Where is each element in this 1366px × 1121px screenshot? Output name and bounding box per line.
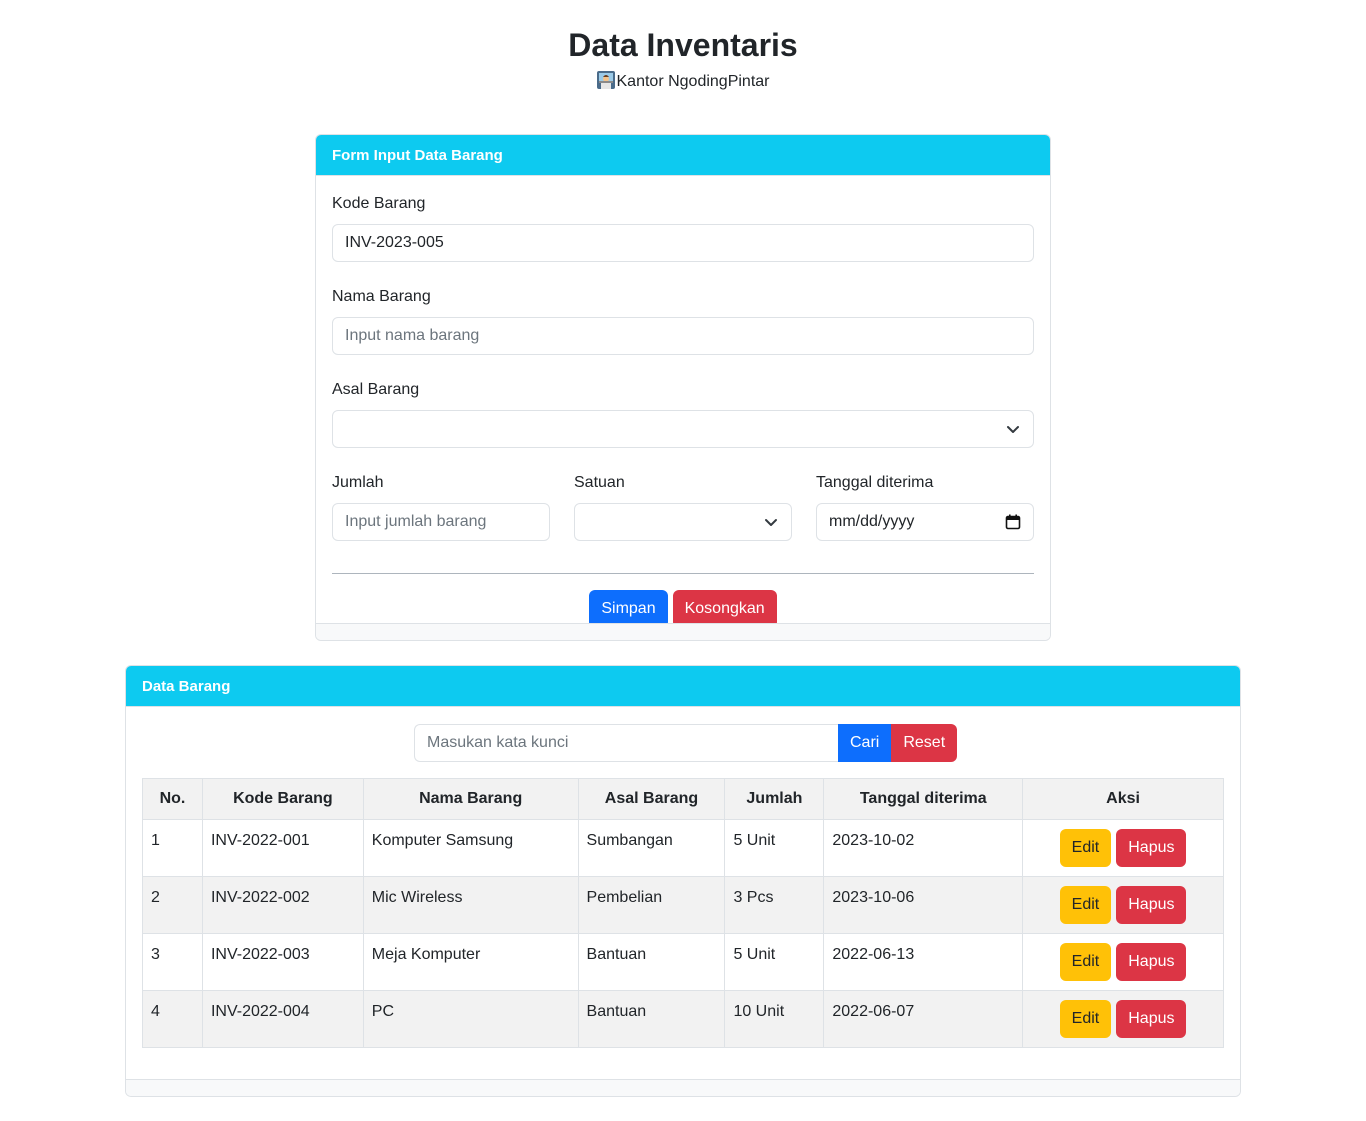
kode-barang-value: INV-2023-005: [345, 234, 444, 251]
column-header: Aksi: [1022, 778, 1224, 820]
office-name: Kantor NgodingPintar: [616, 73, 770, 90]
kode-label: Kode Barang: [332, 195, 426, 212]
cell-actions: Edit Hapus: [1022, 990, 1224, 1048]
search-button[interactable]: Cari: [838, 724, 892, 762]
cell-no: 3: [142, 933, 203, 991]
page-subtitle: Kantor NgodingPintar: [0, 71, 1366, 93]
page-title: Data Inventaris: [568, 27, 798, 63]
cell-tanggal: 2022-06-13: [823, 933, 1024, 991]
column-header: Tanggal diterima: [823, 778, 1024, 820]
asal-barang-select[interactable]: [332, 410, 1034, 448]
reset-button[interactable]: Reset: [891, 724, 958, 762]
search-placeholder: Masukan kata kunci: [427, 734, 569, 751]
tanggal-label: Tanggal diterima: [816, 474, 934, 491]
cell-tanggal: 2023-10-06: [823, 876, 1024, 934]
table-card: Data Barang Masukan kata kunci Cari Rese…: [125, 665, 1241, 1097]
jumlah-placeholder: Input jumlah barang: [345, 513, 487, 530]
cell-actions: Edit Hapus: [1022, 819, 1224, 877]
cell-kode: INV-2022-001: [201, 819, 364, 877]
cell-kode: INV-2022-002: [201, 876, 364, 934]
office-worker-icon: [596, 71, 615, 89]
cell-jumlah: 10 Unit: [724, 990, 825, 1048]
cell-tanggal: 2023-10-02: [823, 819, 1024, 877]
cell-jumlah: 3 Pcs: [724, 876, 825, 934]
column-header: Nama Barang: [362, 778, 579, 820]
kode-barang-input[interactable]: INV-2023-005: [332, 224, 1034, 262]
column-header: Kode Barang: [201, 778, 364, 820]
nama-barang-placeholder: Input nama barang: [345, 327, 480, 344]
table-row: 2 INV-2022-002 Mic Wireless Pembelian 3 Pcs 2…: [142, 876, 1224, 934]
table-row: 1 INV-2022-001 Komputer Samsung Sumbangan 5 …: [142, 819, 1224, 877]
tanggal-placeholder: mm/dd/yyyy: [829, 513, 915, 530]
cell-jumlah: 5 Unit: [724, 819, 825, 877]
edit-button[interactable]: Edit: [1059, 886, 1112, 924]
delete-button[interactable]: Hapus: [1116, 1000, 1187, 1038]
form-divider: [332, 573, 1034, 574]
edit-button[interactable]: Edit: [1059, 829, 1112, 867]
cell-asal: Bantuan: [577, 990, 726, 1048]
cell-asal: Pembelian: [577, 876, 726, 934]
cell-tanggal: 2022-06-07: [823, 990, 1024, 1048]
table-row: 3 INV-2022-003 Meja Komputer Bantuan 5 Unit 2…: [142, 933, 1224, 991]
chevron-down-icon: [765, 519, 777, 526]
table-card-footer: [126, 1079, 1240, 1096]
delete-button[interactable]: Hapus: [1116, 829, 1187, 867]
inventory-table: No. Kode Barang Nama Barang Asal Barang Juml…: [142, 778, 1224, 1048]
column-header: Jumlah: [724, 778, 825, 820]
cell-asal: Bantuan: [577, 933, 726, 991]
asal-label: Asal Barang: [332, 381, 420, 398]
column-header: Asal Barang: [577, 778, 726, 820]
cell-kode: INV-2022-003: [201, 933, 364, 991]
table-row: 4 INV-2022-004 PC Bantuan 10 Unit 2022-06-07 E…: [142, 990, 1224, 1048]
calendar-icon[interactable]: [1005, 514, 1021, 530]
delete-button[interactable]: Hapus: [1116, 943, 1187, 981]
cell-nama: Meja Komputer: [362, 933, 579, 991]
tanggal-input[interactable]: mm/dd/yyyy: [816, 503, 1034, 541]
table-card-header: Data Barang: [126, 666, 1240, 707]
edit-button[interactable]: Edit: [1059, 1000, 1112, 1038]
form-card-header: Form Input Data Barang: [316, 135, 1050, 176]
cell-jumlah: 5 Unit: [724, 933, 825, 991]
table-body: 1 INV-2022-001 Komputer Samsung Sumbangan 5 …: [142, 819, 1224, 1048]
delete-button[interactable]: Hapus: [1116, 886, 1187, 924]
cell-nama: PC: [362, 990, 579, 1048]
satuan-label: Satuan: [574, 474, 625, 491]
cell-no: 1: [142, 819, 203, 877]
edit-button[interactable]: Edit: [1059, 943, 1112, 981]
form-card: Form Input Data Barang Kode Barang INV-2…: [315, 134, 1051, 641]
cell-kode: INV-2022-004: [201, 990, 364, 1048]
form-card-footer: [316, 623, 1050, 640]
search-bar: Masukan kata kunci Cari Reset: [414, 724, 958, 762]
nama-barang-input[interactable]: Input nama barang: [332, 317, 1034, 355]
satuan-select[interactable]: [574, 503, 792, 541]
table-header-row: No. Kode Barang Nama Barang Asal Barang Juml…: [142, 778, 1224, 820]
nama-label: Nama Barang: [332, 288, 431, 305]
chevron-down-icon: [1007, 426, 1019, 433]
jumlah-input[interactable]: Input jumlah barang: [332, 503, 550, 541]
cell-actions: Edit Hapus: [1022, 876, 1224, 934]
column-header: No.: [142, 778, 203, 820]
cell-no: 2: [142, 876, 203, 934]
jumlah-label: Jumlah: [332, 474, 384, 491]
search-input[interactable]: Masukan kata kunci: [414, 724, 838, 762]
cell-actions: Edit Hapus: [1022, 933, 1224, 991]
cell-asal: Sumbangan: [577, 819, 726, 877]
cell-nama: Komputer Samsung: [362, 819, 579, 877]
cell-nama: Mic Wireless: [362, 876, 579, 934]
cell-no: 4: [142, 990, 203, 1048]
